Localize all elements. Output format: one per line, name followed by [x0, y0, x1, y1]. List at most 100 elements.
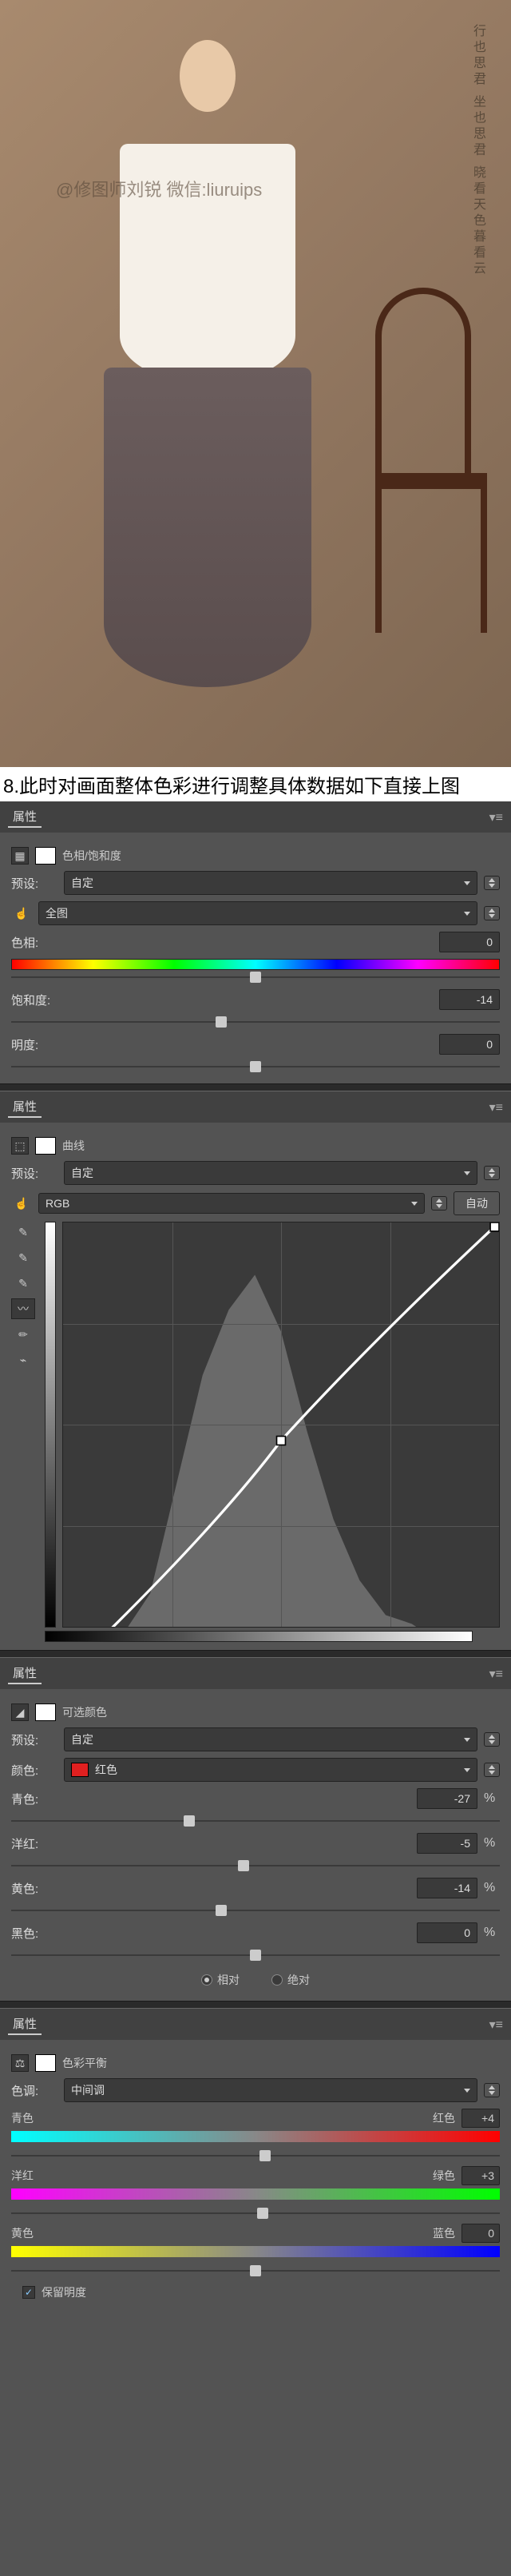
panel-menu-icon-3[interactable]: ▾≡ [489, 1666, 503, 1682]
preset-label: 预设: [11, 875, 57, 892]
curves-tool-column: ✎ ✎ ✎ 〰 ✏ ⌁ [11, 1222, 38, 1628]
yellow-blue-slider[interactable] [11, 2265, 500, 2276]
saturation-slider[interactable] [11, 1016, 500, 1028]
properties-tab-4[interactable]: 属性 [8, 2013, 42, 2035]
black-label: 黑色: [11, 1925, 57, 1942]
hue-saturation-panel: ▦ 色相/饱和度 预设: 自定 ☝ 全图 色相: 0 饱和度: -14 明度: … [0, 833, 511, 1083]
hue-gradient [11, 959, 500, 970]
properties-panel-header: 属性 ▾≡ [0, 801, 511, 833]
curves-icon: ⬚ [11, 1137, 29, 1155]
black-slider[interactable] [11, 1950, 500, 1961]
percent-unit: % [484, 1791, 500, 1806]
step-caption: 8.此时对画面整体色彩进行调整具体数据如下直接上图 [0, 767, 511, 801]
relative-radio[interactable]: 相对 [201, 1972, 240, 1988]
curve-point-tool-icon[interactable]: 〰 [11, 1298, 35, 1319]
cyan-slider[interactable] [11, 1815, 500, 1827]
selective-color-panel: ◢ 可选颜色 预设: 自定 颜色: 红色 青色: -27 % 洋红: -5 % … [0, 1689, 511, 2001]
checkmark-icon: ✓ [22, 2286, 35, 2299]
magenta-slider[interactable] [11, 1860, 500, 1871]
cb-red-label: 红色 [417, 2110, 455, 2126]
properties-tab-2[interactable]: 属性 [8, 1096, 42, 1118]
cb-mg-value[interactable]: +3 [461, 2166, 500, 2185]
chair-illustration [375, 288, 487, 639]
layer-mask-thumb[interactable] [35, 847, 56, 865]
hue-label: 色相: [11, 934, 57, 951]
properties-panel-header-3: 属性 ▾≡ [0, 1658, 511, 1689]
curve-smooth-icon[interactable]: ⌁ [11, 1350, 35, 1370]
curve-draw-tool-icon[interactable]: ✏ [11, 1324, 35, 1345]
yellow-value[interactable]: -14 [417, 1878, 477, 1898]
panel-menu-icon-4[interactable]: ▾≡ [489, 2017, 503, 2033]
tone-stepper[interactable] [484, 2083, 500, 2097]
eyedropper-black-icon[interactable]: ✎ [11, 1222, 35, 1242]
properties-tab-3[interactable]: 属性 [8, 1663, 42, 1684]
curves-graph[interactable] [62, 1222, 500, 1628]
panel-divider [0, 1083, 511, 1091]
channel-select[interactable]: 全图 [38, 901, 477, 925]
input-gradient [45, 1631, 473, 1642]
hero-vertical-text: 行也思君 坐也思君 晓看天色暮看云 [468, 24, 487, 277]
color-label: 颜色: [11, 1762, 57, 1779]
channel-stepper[interactable] [484, 906, 500, 920]
cb-yb-value[interactable]: 0 [461, 2224, 500, 2243]
layer-mask-thumb-2[interactable] [35, 1137, 56, 1155]
preset-select[interactable]: 自定 [64, 871, 477, 895]
color-stepper[interactable] [484, 1763, 500, 1777]
eyedropper-gray-icon[interactable]: ✎ [11, 1247, 35, 1268]
saturation-value[interactable]: -14 [439, 989, 500, 1010]
layer-mask-thumb-3[interactable] [35, 1703, 56, 1721]
hue-value[interactable]: 0 [439, 932, 500, 952]
targeted-adjust-icon[interactable]: ☝ [11, 903, 32, 924]
layer-mask-thumb-4[interactable] [35, 2054, 56, 2072]
cb-magenta-label: 洋红 [11, 2168, 50, 2184]
curves-preset-select[interactable]: 自定 [64, 1161, 477, 1185]
cyan-red-slider[interactable] [11, 2150, 500, 2161]
selective-title: 可选颜色 [62, 1704, 107, 1720]
cb-cr-value[interactable]: +4 [461, 2109, 500, 2128]
preset-stepper[interactable] [484, 876, 500, 890]
preset-label-3: 预设: [11, 1731, 57, 1748]
cb-blue-label: 蓝色 [417, 2225, 455, 2241]
cb-yellow-label: 黄色 [11, 2225, 50, 2241]
yellow-blue-gradient [11, 2246, 500, 2257]
lightness-value[interactable]: 0 [439, 1034, 500, 1055]
cyan-red-gradient [11, 2131, 500, 2142]
yellow-slider[interactable] [11, 1905, 500, 1916]
selective-preset-select[interactable]: 自定 [64, 1727, 477, 1751]
panel-menu-icon[interactable]: ▾≡ [489, 809, 503, 825]
tone-select[interactable]: 中间调 [64, 2078, 477, 2102]
properties-panel-header-4: 属性 ▾≡ [0, 2009, 511, 2040]
hue-slider[interactable] [11, 972, 500, 983]
curves-panel: ⬚ 曲线 预设: 自定 ☝ RGB 自动 ✎ ✎ ✎ 〰 ✏ ⌁ [0, 1123, 511, 1650]
targeted-adjust-icon-2[interactable]: ☝ [11, 1193, 32, 1214]
selective-preset-stepper[interactable] [484, 1732, 500, 1747]
panel-menu-icon-2[interactable]: ▾≡ [489, 1099, 503, 1115]
panel-divider-2 [0, 1650, 511, 1658]
auto-button[interactable]: 自动 [454, 1191, 500, 1215]
red-swatch [71, 1763, 89, 1777]
properties-panel-header-2: 属性 ▾≡ [0, 1091, 511, 1123]
selective-color-icon: ◢ [11, 1703, 29, 1721]
eyedropper-white-icon[interactable]: ✎ [11, 1273, 35, 1294]
lightness-slider[interactable] [11, 1061, 500, 1072]
cb-cyan-label: 青色 [11, 2110, 50, 2126]
color-balance-icon: ⚖ [11, 2054, 29, 2072]
magenta-value[interactable]: -5 [417, 1833, 477, 1854]
saturation-label: 饱和度: [11, 992, 57, 1008]
curves-preset-stepper[interactable] [484, 1166, 500, 1180]
color-balance-title: 色彩平衡 [62, 2055, 107, 2071]
curves-channel-stepper[interactable] [431, 1196, 447, 1210]
preset-label-2: 预设: [11, 1165, 57, 1182]
panel-divider-3 [0, 2001, 511, 2009]
properties-tab[interactable]: 属性 [8, 806, 42, 828]
magenta-green-slider[interactable] [11, 2208, 500, 2219]
color-select[interactable]: 红色 [64, 1758, 477, 1782]
yellow-label: 黄色: [11, 1880, 57, 1897]
cyan-value[interactable]: -27 [417, 1788, 477, 1809]
black-value[interactable]: 0 [417, 1922, 477, 1943]
preserve-luminosity-checkbox[interactable]: ✓ 保留明度 [22, 2284, 500, 2300]
absolute-radio[interactable]: 绝对 [271, 1972, 310, 1988]
curves-channel-select[interactable]: RGB [38, 1193, 425, 1214]
output-gradient [45, 1222, 56, 1628]
hue-sat-title: 色相/饱和度 [62, 848, 121, 864]
